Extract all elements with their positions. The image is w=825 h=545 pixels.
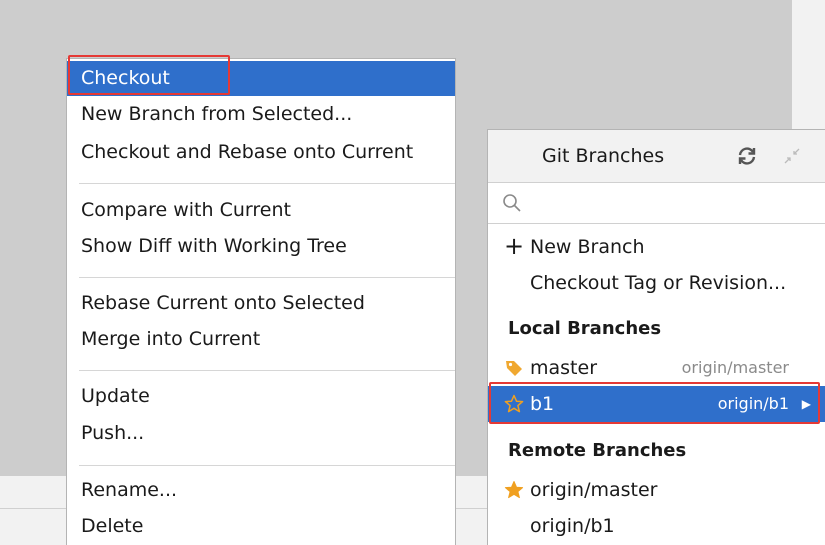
remote-branches-header: Remote Branches [508,440,687,461]
menu-item-new-branch-from-selected[interactable]: New Branch from Selected... [67,97,455,132]
menu-item-compare-with-current[interactable]: Compare with Current [67,193,455,228]
menu-separator [79,465,455,466]
action-checkout-tag[interactable]: Checkout Tag or Revision... [488,265,825,301]
action-label: New Branch [530,236,645,258]
popup-header: Git Branches [488,130,825,182]
menu-item-update[interactable]: Update [67,379,455,414]
plus-icon: + [504,232,525,260]
refresh-icon[interactable] [736,145,758,167]
popup-title: Git Branches [542,145,665,167]
menu-separator [79,277,455,278]
action-label: Checkout Tag or Revision... [530,272,787,294]
branch-row-b1[interactable]: b1 origin/b1 ▶ [488,386,825,422]
branch-remote: origin/b1 [717,394,789,413]
branch-name: b1 [530,393,555,415]
menu-item-show-diff[interactable]: Show Diff with Working Tree [67,229,455,264]
branch-row-master[interactable]: master origin/master [488,350,825,386]
branch-remote: origin/master [681,358,789,377]
star-filled-icon[interactable] [504,480,524,500]
menu-item-delete[interactable]: Delete [67,509,455,544]
branch-name: origin/master [530,479,658,501]
tag-icon [506,361,522,376]
submenu-arrow-icon: ▶ [801,397,811,411]
git-branches-popup: Git Branches + New Branch Checkout Tag o… [487,129,825,545]
branch-context-menu: Checkout New Branch from Selected... Che… [66,58,456,545]
collapse-icon[interactable] [784,148,800,164]
menu-item-checkout[interactable]: Checkout [67,61,455,96]
action-new-branch[interactable]: + New Branch [488,229,825,265]
branch-search-input[interactable] [528,187,808,219]
menu-separator [79,183,455,184]
menu-item-rebase-current[interactable]: Rebase Current onto Selected [67,286,455,321]
menu-item-merge-into-current[interactable]: Merge into Current [67,322,455,357]
local-branches-header: Local Branches [508,318,662,339]
branch-name: master [530,357,598,379]
branch-name: origin/b1 [530,515,615,537]
menu-separator [79,370,455,371]
search-icon [503,194,521,212]
branch-row-origin-master[interactable]: origin/master [488,472,825,508]
branch-row-origin-b1[interactable]: origin/b1 [488,508,825,544]
menu-item-checkout-and-rebase[interactable]: Checkout and Rebase onto Current [67,135,455,170]
branch-search-box[interactable] [488,182,825,224]
menu-item-push[interactable]: Push... [67,416,455,451]
menu-item-rename[interactable]: Rename... [67,473,455,508]
star-outline-icon[interactable] [504,394,524,414]
